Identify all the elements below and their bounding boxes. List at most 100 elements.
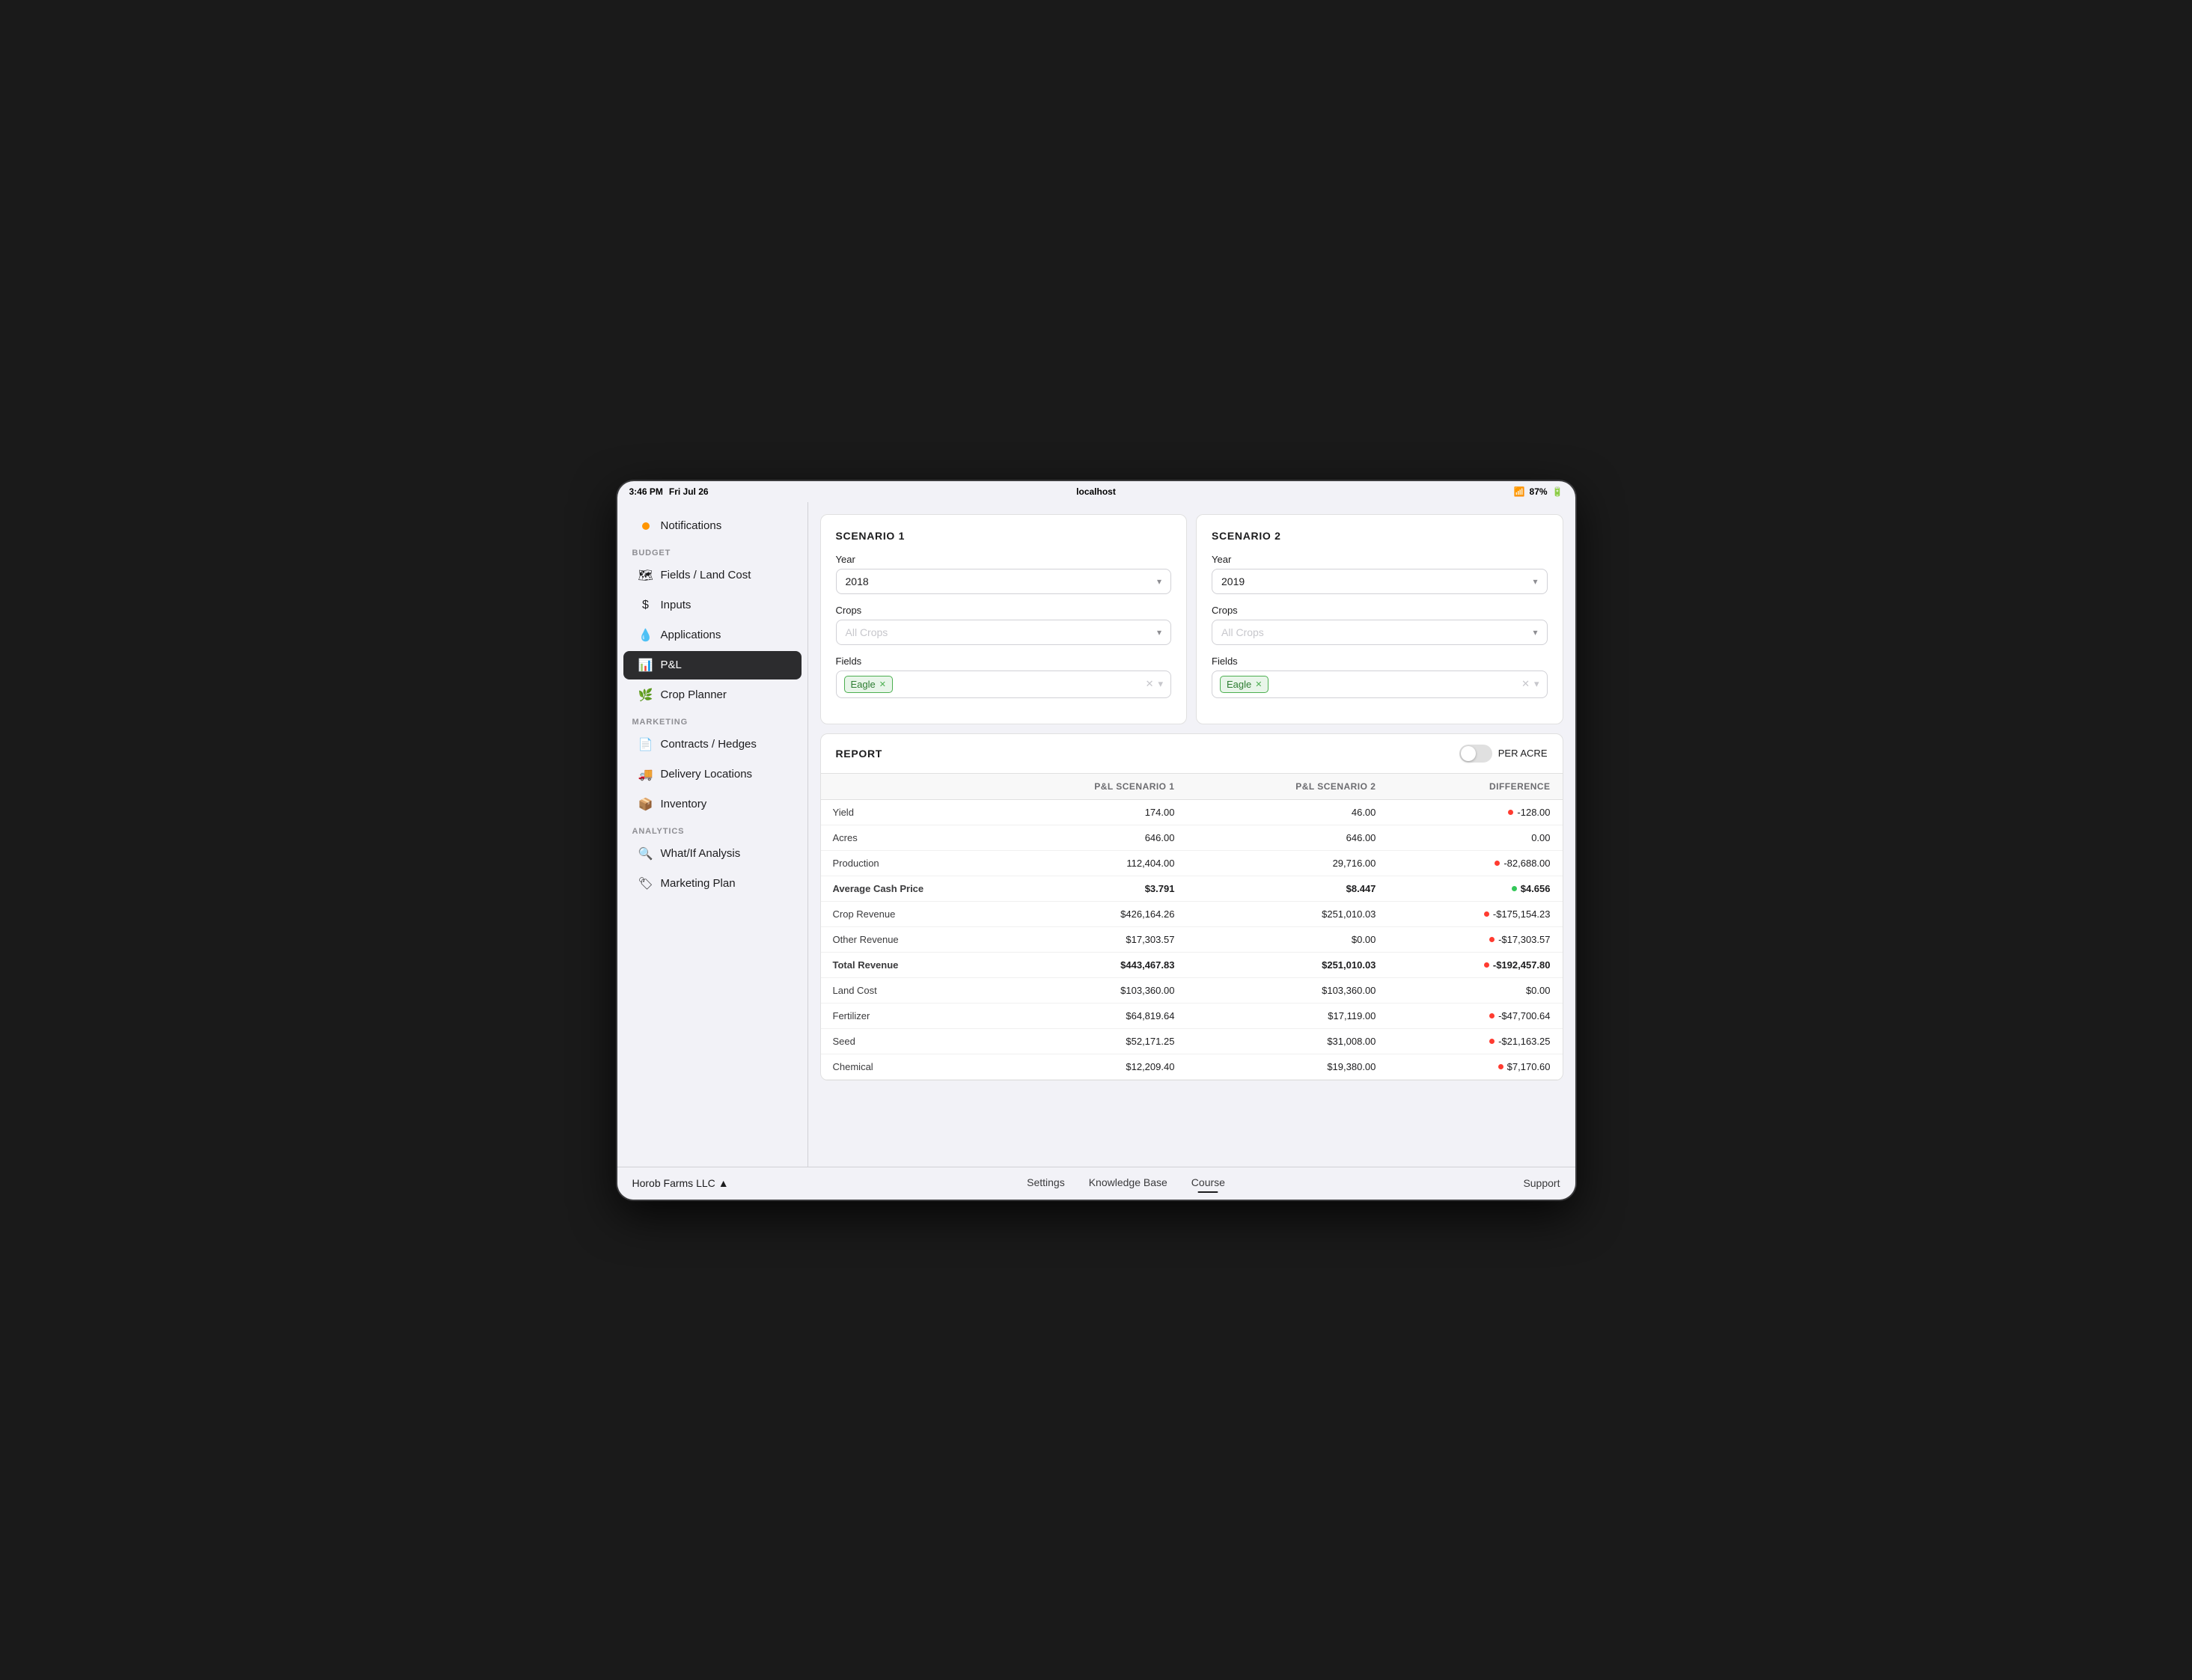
farm-name-chevron: ▲ bbox=[718, 1177, 729, 1189]
scenario1-field-tag-label: Eagle bbox=[851, 679, 876, 690]
row-s1-value: 646.00 bbox=[986, 825, 1187, 850]
sidebar-item-inputs[interactable]: $ Inputs bbox=[623, 591, 802, 620]
fields-icon: 🗺 bbox=[638, 568, 653, 583]
sidebar-item-pl[interactable]: 📊 P&L bbox=[623, 651, 802, 679]
sidebar-item-crop-planner[interactable]: 🌿 Crop Planner bbox=[623, 681, 802, 709]
table-row: Seed$52,171.25$31,008.00-$21,163.25 bbox=[821, 1028, 1563, 1054]
sidebar-item-whatif[interactable]: 🔍 What/If Analysis bbox=[623, 840, 802, 868]
tab-settings[interactable]: Settings bbox=[1027, 1176, 1065, 1190]
row-s1-value: $426,164.26 bbox=[986, 901, 1187, 926]
row-s2-value: 29,716.00 bbox=[1186, 850, 1387, 876]
farm-name-button[interactable]: Horob Farms LLC ▲ bbox=[632, 1177, 729, 1189]
row-s1-value: 174.00 bbox=[986, 799, 1187, 825]
notification-icon bbox=[638, 519, 653, 534]
battery: 87% bbox=[1530, 486, 1548, 497]
table-row: Land Cost$103,360.00$103,360.00$0.00 bbox=[821, 977, 1563, 1003]
scenario2-fields-group: Fields Eagle ✕ ✕ ▾ bbox=[1212, 656, 1548, 698]
report-section: REPORT PER ACRE P&L SCENARIO bbox=[820, 733, 1563, 1081]
scenario2-field-tag: Eagle ✕ bbox=[1220, 676, 1269, 693]
row-label: Crop Revenue bbox=[821, 901, 986, 926]
diff-dot-red bbox=[1489, 937, 1495, 942]
col-header-s1: P&L SCENARIO 1 bbox=[986, 774, 1187, 800]
support-button[interactable]: Support bbox=[1523, 1177, 1560, 1189]
scenario1-field-remove[interactable]: ✕ bbox=[879, 679, 886, 689]
row-diff-value: $4.656 bbox=[1387, 876, 1562, 901]
col-header-diff: DIFFERENCE bbox=[1387, 774, 1562, 800]
scenario1-fields-label: Fields bbox=[836, 656, 1172, 667]
scenario1-fields-container[interactable]: Eagle ✕ ✕ ▾ bbox=[836, 671, 1172, 698]
row-s1-value: $52,171.25 bbox=[986, 1028, 1187, 1054]
diff-dot-red bbox=[1484, 911, 1489, 917]
sidebar: Notifications BUDGET 🗺 Fields / Land Cos… bbox=[617, 502, 808, 1167]
sidebar-section-analytics: ANALYTICS bbox=[617, 819, 808, 839]
scenario1-year-group: Year 2018 ▾ bbox=[836, 554, 1172, 594]
row-s2-value: 646.00 bbox=[1186, 825, 1387, 850]
row-s1-value: $3.791 bbox=[986, 876, 1187, 901]
sidebar-item-applications[interactable]: 💧 Applications bbox=[623, 621, 802, 650]
row-diff-value: -82,688.00 bbox=[1387, 850, 1562, 876]
contracts-icon: 📄 bbox=[638, 737, 653, 752]
marketing-plan-icon: 🏷 bbox=[638, 876, 653, 891]
sidebar-item-contracts[interactable]: 📄 Contracts / Hedges bbox=[623, 730, 802, 759]
sidebar-item-delivery[interactable]: 🚚 Delivery Locations bbox=[623, 760, 802, 789]
sidebar-item-inventory[interactable]: 📦 Inventory bbox=[623, 790, 802, 819]
sidebar-whatif-label: What/If Analysis bbox=[661, 847, 741, 860]
scenario1-crops-group: Crops All Crops ▾ bbox=[836, 605, 1172, 645]
scenarios-row: SCENARIO 1 Year 2018 ▾ Crops All Crops bbox=[820, 514, 1563, 724]
scenario2-field-tag-label: Eagle bbox=[1227, 679, 1251, 690]
scenario1-year-select[interactable]: 2018 ▾ bbox=[836, 569, 1172, 594]
scenario1-fields-group: Fields Eagle ✕ ✕ ▾ bbox=[836, 656, 1172, 698]
scenario2-fields-container[interactable]: Eagle ✕ ✕ ▾ bbox=[1212, 671, 1548, 698]
sidebar-item-marketing-plan[interactable]: 🏷 Marketing Plan bbox=[623, 870, 802, 898]
row-label: Other Revenue bbox=[821, 926, 986, 952]
row-diff-value: -128.00 bbox=[1387, 799, 1562, 825]
tab-knowledge-base[interactable]: Knowledge Base bbox=[1089, 1176, 1167, 1190]
tab-course[interactable]: Course bbox=[1191, 1176, 1225, 1190]
row-label: Average Cash Price bbox=[821, 876, 986, 901]
row-label: Yield bbox=[821, 799, 986, 825]
scenario2-card: SCENARIO 2 Year 2019 ▾ Crops All Crops bbox=[1196, 514, 1563, 724]
scenario2-crops-select[interactable]: All Crops ▾ bbox=[1212, 620, 1548, 645]
row-s1-value: $17,303.57 bbox=[986, 926, 1187, 952]
scenario1-year-label: Year bbox=[836, 554, 1172, 565]
scenario2-year-select[interactable]: 2019 ▾ bbox=[1212, 569, 1548, 594]
row-diff-value: -$21,163.25 bbox=[1387, 1028, 1562, 1054]
scenario2-field-remove[interactable]: ✕ bbox=[1255, 679, 1262, 689]
row-diff-value: -$17,303.57 bbox=[1387, 926, 1562, 952]
diff-dot-red bbox=[1489, 1039, 1495, 1044]
scenario1-dropdown-icon[interactable]: ▾ bbox=[1158, 678, 1163, 690]
whatif-icon: 🔍 bbox=[638, 846, 653, 861]
sidebar-section-budget: BUDGET bbox=[617, 541, 808, 560]
scenario2-crops-group: Crops All Crops ▾ bbox=[1212, 605, 1548, 645]
date: Fri Jul 26 bbox=[669, 486, 709, 497]
status-right: 📶 87% 🔋 bbox=[1514, 486, 1563, 497]
applications-icon: 💧 bbox=[638, 628, 653, 643]
support-label: Support bbox=[1523, 1177, 1560, 1189]
row-label: Seed bbox=[821, 1028, 986, 1054]
sidebar-pl-label: P&L bbox=[661, 659, 682, 671]
sidebar-notifications-label: Notifications bbox=[661, 519, 722, 532]
scenario2-fields-label: Fields bbox=[1212, 656, 1548, 667]
scenario2-crops-placeholder: All Crops bbox=[1221, 626, 1264, 638]
per-acre-label: PER ACRE bbox=[1498, 748, 1548, 759]
row-s1-value: 112,404.00 bbox=[986, 850, 1187, 876]
scenario2-clear-icon[interactable]: ✕ bbox=[1521, 678, 1530, 690]
row-s1-value: $103,360.00 bbox=[986, 977, 1187, 1003]
table-row: Other Revenue$17,303.57$0.00-$17,303.57 bbox=[821, 926, 1563, 952]
per-acre-toggle-switch[interactable] bbox=[1459, 745, 1492, 763]
scenario1-card: SCENARIO 1 Year 2018 ▾ Crops All Crops bbox=[820, 514, 1188, 724]
scenario1-crops-select[interactable]: All Crops ▾ bbox=[836, 620, 1172, 645]
ipad-frame: 3:46 PM Fri Jul 26 localhost 📶 87% 🔋 Not… bbox=[617, 481, 1575, 1200]
scenario2-dropdown-icon[interactable]: ▾ bbox=[1534, 678, 1539, 690]
diff-dot-red bbox=[1498, 1064, 1503, 1069]
sidebar-item-fields[interactable]: 🗺 Fields / Land Cost bbox=[623, 561, 802, 590]
row-diff-value: $7,170.60 bbox=[1387, 1054, 1562, 1079]
crop-planner-icon: 🌿 bbox=[638, 688, 653, 703]
row-s1-value: $64,819.64 bbox=[986, 1003, 1187, 1028]
sidebar-delivery-label: Delivery Locations bbox=[661, 768, 753, 781]
sidebar-marketing-plan-label: Marketing Plan bbox=[661, 877, 736, 890]
scenario1-clear-icon[interactable]: ✕ bbox=[1146, 678, 1154, 690]
sidebar-item-notifications[interactable]: Notifications bbox=[623, 512, 802, 540]
table-row: Chemical$12,209.40$19,380.00$7,170.60 bbox=[821, 1054, 1563, 1079]
row-s1-value: $12,209.40 bbox=[986, 1054, 1187, 1079]
